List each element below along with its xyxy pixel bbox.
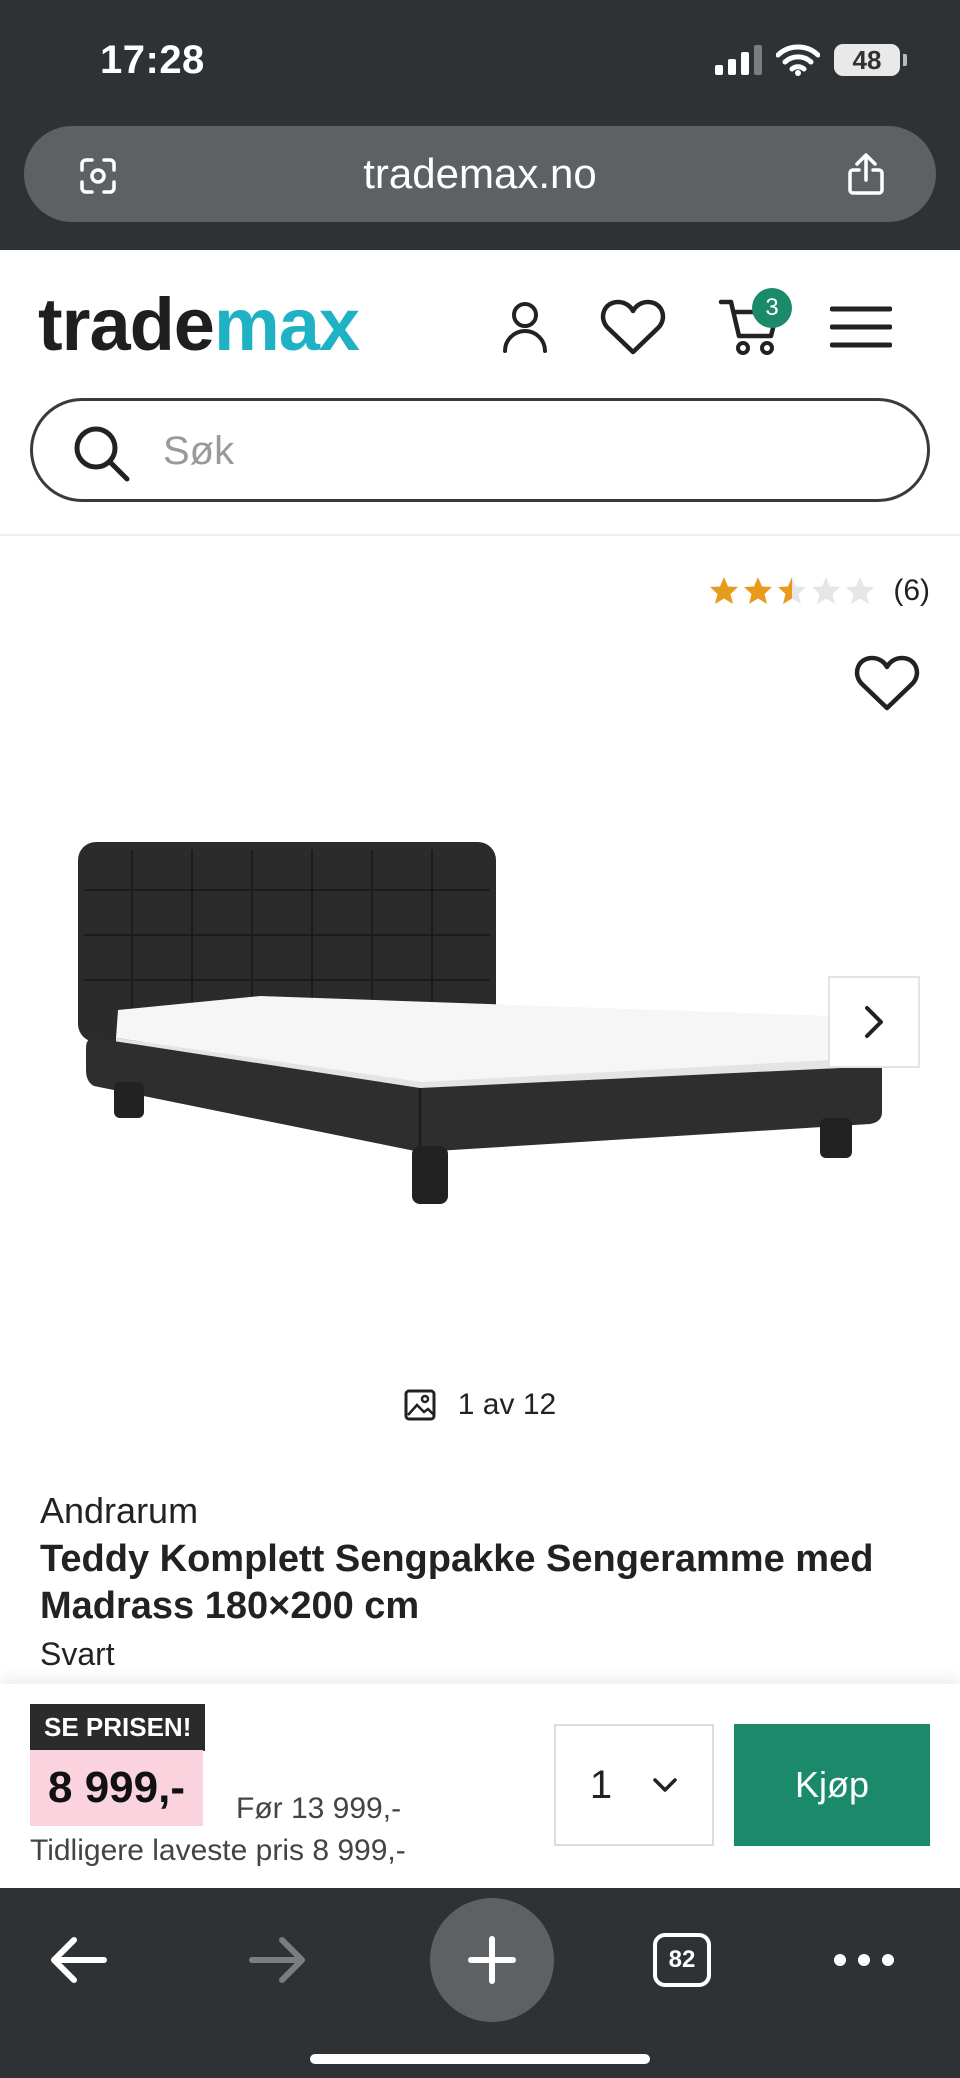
star-icon — [846, 577, 875, 604]
rating-count: (6) — [893, 574, 930, 607]
heart-icon — [854, 655, 920, 711]
price-box: 8 999,- — [30, 1750, 203, 1826]
gallery-counter-text: 1 av 12 — [457, 1388, 557, 1421]
product-variant: Svart — [40, 1636, 115, 1672]
more-dots-icon — [834, 1954, 894, 1966]
product-rating[interactable]: (6) — [709, 574, 930, 608]
gallery-counter: 1 av 12 — [0, 1388, 960, 1422]
back-button[interactable] — [28, 1910, 128, 2010]
star-icon — [710, 577, 739, 604]
chevron-right-icon — [865, 1006, 883, 1038]
heart-icon — [600, 299, 666, 355]
sticky-buy-bar: SE PRISEN! 8 999,- Før 13 999,- Tidliger… — [0, 1684, 960, 1888]
arrow-left-icon — [51, 1937, 107, 1983]
site-header: trademax 3 — [0, 250, 960, 536]
tabs-button[interactable]: 82 — [632, 1910, 732, 2010]
tabs-count: 82 — [653, 1933, 711, 1987]
forward-button[interactable] — [228, 1910, 328, 2010]
star-icon — [812, 577, 841, 604]
search-bar[interactable] — [30, 398, 930, 502]
add-to-wishlist-button[interactable] — [854, 654, 924, 718]
menu-button[interactable] — [826, 292, 896, 362]
buy-button[interactable]: Kjøp — [734, 1724, 930, 1846]
cellular-signal-icon — [715, 45, 762, 75]
user-icon — [503, 302, 547, 353]
product-title: Teddy Komplett Sengpakke Sengeramme med … — [40, 1538, 874, 1627]
search-icon — [74, 426, 130, 482]
quantity-select[interactable]: 1 — [554, 1724, 714, 1846]
more-button[interactable] — [814, 1910, 914, 2010]
logo-text-max: max — [213, 283, 360, 366]
current-price: 8 999,- — [48, 1763, 185, 1812]
status-icons: 48 — [715, 44, 907, 76]
before-price: Før 13 999,- — [236, 1792, 402, 1825]
battery-indicator: 48 — [834, 44, 907, 76]
home-indicator — [310, 2054, 650, 2064]
star-icon — [744, 577, 773, 604]
url-text[interactable]: trademax.no — [24, 150, 936, 198]
chevron-down-icon — [653, 1778, 677, 1792]
rating-stars — [709, 576, 875, 606]
browser-bottom-toolbar: 82 — [0, 1888, 960, 2078]
product-brand[interactable]: Andrarum — [40, 1490, 198, 1532]
promo-label: SE PRISEN! — [30, 1704, 206, 1751]
new-tab-button[interactable] — [430, 1898, 554, 2022]
address-bar[interactable]: trademax.no — [24, 126, 936, 222]
share-icon[interactable] — [846, 152, 886, 196]
browser-top-chrome: 17:28 48 trademax.no — [0, 0, 960, 250]
cart-button[interactable]: 3 — [712, 288, 792, 362]
search-input[interactable] — [163, 421, 883, 481]
hamburger-menu-icon — [830, 306, 892, 348]
account-button[interactable] — [490, 292, 560, 362]
cart-count-badge: 3 — [752, 288, 792, 328]
image-icon — [404, 1389, 436, 1421]
wishlist-header-button[interactable] — [598, 292, 668, 362]
lowest-price-note: Tidligere laveste pris 8 999,- — [30, 1834, 406, 1867]
status-time: 17:28 — [100, 38, 205, 82]
quantity-value: 1 — [589, 1762, 613, 1807]
star-icon — [778, 577, 807, 604]
next-image-button[interactable] — [828, 976, 920, 1068]
wifi-icon — [776, 44, 820, 76]
product-image[interactable] — [70, 820, 910, 1220]
plus-icon — [468, 1936, 516, 1984]
logo-text-trade: trade — [38, 283, 215, 366]
arrow-right-icon — [249, 1937, 305, 1983]
trademax-logo[interactable]: trademax — [38, 282, 360, 367]
